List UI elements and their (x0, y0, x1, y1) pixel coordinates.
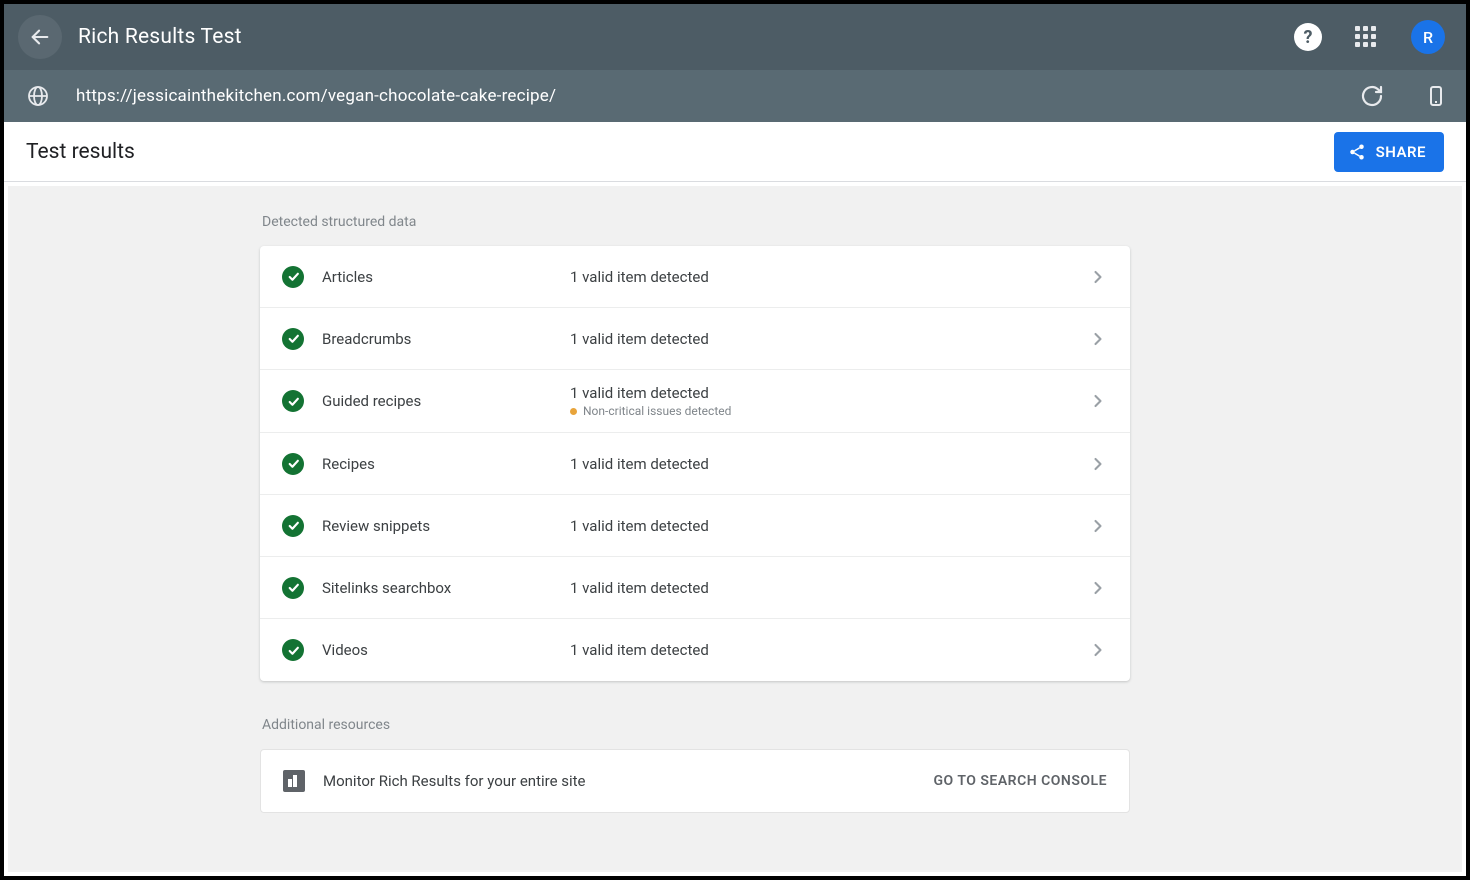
warning-dot-icon (570, 408, 577, 415)
detected-row-substatus: Non-critical issues detected (570, 404, 1088, 418)
detected-row-status: 1 valid item detected (570, 384, 1088, 402)
refresh-button[interactable] (1360, 84, 1384, 108)
detected-row-status: 1 valid item detected (570, 455, 1088, 473)
additional-section-label: Additional resources (260, 717, 1130, 733)
detected-row[interactable]: Guided recipes1 valid item detected Non-c… (260, 370, 1130, 433)
checkmark-icon (282, 577, 304, 599)
checkmark-icon (282, 515, 304, 537)
detected-row-name: Review snippets (322, 517, 570, 535)
bar-chart-icon (283, 770, 305, 792)
checkmark-icon (282, 328, 304, 350)
detected-row-status: 1 valid item detected (570, 330, 1088, 348)
chevron-right-icon (1088, 329, 1108, 349)
additional-card: Monitor Rich Results for your entire sit… (260, 749, 1130, 813)
detected-card: Articles1 valid item detectedBreadcrumbs… (260, 246, 1130, 681)
apps-button[interactable] (1346, 17, 1386, 57)
avatar: R (1411, 20, 1445, 54)
results-scroll-area[interactable]: Detected structured data Articles1 valid… (8, 186, 1462, 872)
help-button[interactable]: ? (1288, 17, 1328, 57)
apps-grid-icon (1355, 26, 1377, 48)
detected-row-status: 1 valid item detected (570, 641, 1088, 659)
chevron-right-icon (1088, 640, 1108, 660)
detected-row-name: Breadcrumbs (322, 330, 570, 348)
detected-row-status: 1 valid item detected (570, 517, 1088, 535)
detected-row[interactable]: Breadcrumbs1 valid item detected (260, 308, 1130, 370)
chevron-right-icon (1088, 391, 1108, 411)
detected-row-name: Guided recipes (322, 392, 570, 410)
detected-row[interactable]: Sitelinks searchbox1 valid item detected (260, 557, 1130, 619)
chevron-right-icon (1088, 578, 1108, 598)
chevron-right-icon (1088, 516, 1108, 536)
checkmark-icon (282, 266, 304, 288)
page-title: Test results (26, 140, 135, 164)
go-to-search-console-link[interactable]: GO TO SEARCH CONSOLE (934, 773, 1107, 789)
detected-row[interactable]: Videos1 valid item detected (260, 619, 1130, 681)
detected-row-name: Sitelinks searchbox (322, 579, 570, 597)
detected-row-name: Videos (322, 641, 570, 659)
chevron-right-icon (1088, 454, 1108, 474)
checkmark-icon (282, 390, 304, 412)
smartphone-button[interactable] (1424, 84, 1448, 108)
globe-icon (26, 84, 50, 108)
account-button[interactable]: R (1408, 17, 1448, 57)
detected-row-status: 1 valid item detected (570, 268, 1088, 286)
app-title: Rich Results Test (78, 25, 242, 49)
detected-row-name: Articles (322, 268, 570, 286)
help-icon: ? (1294, 23, 1322, 51)
detected-row[interactable]: Recipes1 valid item detected (260, 433, 1130, 495)
monitor-text: Monitor Rich Results for your entire sit… (323, 772, 934, 790)
back-button[interactable] (18, 15, 62, 59)
detected-row-name: Recipes (322, 455, 570, 473)
checkmark-icon (282, 453, 304, 475)
detected-section-label: Detected structured data (260, 214, 1130, 230)
checkmark-icon (282, 639, 304, 661)
tested-url[interactable]: https://jessicainthekitchen.com/vegan-ch… (76, 86, 1320, 106)
detected-row[interactable]: Articles1 valid item detected (260, 246, 1130, 308)
chevron-right-icon (1088, 267, 1108, 287)
share-label: SHARE (1376, 143, 1426, 161)
share-icon (1348, 143, 1366, 161)
share-button[interactable]: SHARE (1334, 132, 1444, 172)
arrow-left-icon (29, 26, 51, 48)
detected-row-status: 1 valid item detected (570, 579, 1088, 597)
detected-row[interactable]: Review snippets1 valid item detected (260, 495, 1130, 557)
